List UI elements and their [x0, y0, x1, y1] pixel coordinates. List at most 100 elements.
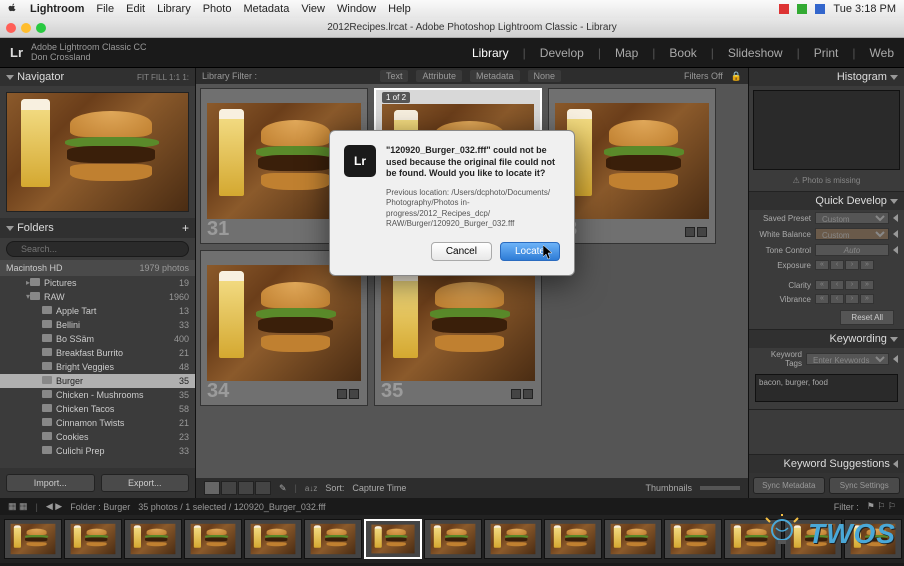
nav-arrows[interactable]: ◀ ▶ — [46, 501, 62, 512]
collapse-icon[interactable] — [893, 355, 898, 363]
menu-view[interactable]: View — [301, 3, 325, 15]
folder-row[interactable]: Breakfast Burrito21 — [0, 346, 195, 360]
keyword-tags-select[interactable]: Enter Keywords — [806, 353, 889, 365]
lock-icon[interactable]: 🔒 — [731, 71, 742, 82]
folder-row[interactable]: Bellini33 — [0, 318, 195, 332]
filter-flags[interactable]: ⚑ ⚐ ⚐ — [867, 501, 896, 512]
menu-photo[interactable]: Photo — [203, 3, 232, 15]
filmstrip-thumb[interactable] — [424, 519, 482, 559]
exposure-stepper[interactable]: «‹›» — [815, 260, 874, 270]
filter-tab-metadata[interactable]: Metadata — [470, 70, 520, 82]
filmstrip-thumb[interactable] — [244, 519, 302, 559]
folders-search-input[interactable] — [6, 241, 189, 257]
thumbnail-size-slider[interactable] — [700, 486, 740, 490]
compare-view-icon[interactable] — [238, 481, 254, 495]
menu-edit[interactable]: Edit — [126, 3, 145, 15]
add-folder-icon[interactable]: + — [182, 221, 189, 235]
filmstrip-thumb[interactable] — [664, 519, 722, 559]
saved-preset-select[interactable]: Custom — [815, 212, 889, 224]
stack-badge[interactable]: 1 of 2 — [382, 92, 410, 103]
flag-icon[interactable] — [337, 389, 347, 399]
folder-row[interactable]: Chicken - Mushrooms35 — [0, 388, 195, 402]
locate-button[interactable]: Locate — [500, 242, 560, 261]
folder-row[interactable]: Chicken Tacos58 — [0, 402, 195, 416]
disclosure-icon[interactable] — [890, 199, 898, 204]
folder-row[interactable]: Culichi Prep33 — [0, 444, 195, 458]
filmstrip-thumb[interactable] — [484, 519, 542, 559]
loupe-view-icon[interactable] — [221, 481, 237, 495]
menu-window[interactable]: Window — [337, 3, 376, 15]
cancel-button[interactable]: Cancel — [431, 242, 492, 261]
auto-tone-button[interactable]: Auto — [815, 244, 889, 256]
disclosure-icon[interactable] — [6, 226, 14, 231]
filter-tab-none[interactable]: None — [528, 70, 562, 82]
collapse-icon[interactable] — [893, 214, 898, 222]
traffic-lights[interactable] — [6, 23, 46, 33]
menu-metadata[interactable]: Metadata — [243, 3, 289, 15]
disclosure-icon[interactable] — [890, 337, 898, 342]
flag-icon[interactable] — [697, 227, 707, 237]
collapse-icon[interactable] — [893, 230, 898, 238]
navigator-modes[interactable]: FIT FILL 1:1 1: — [137, 73, 189, 82]
second-monitor-icon[interactable]: ▦ ▦ — [8, 501, 28, 512]
module-book[interactable]: Book — [669, 46, 696, 60]
filmstrip-thumb[interactable] — [64, 519, 122, 559]
menubar-app-name[interactable]: Lightroom — [30, 3, 84, 15]
folder-row[interactable]: ▾ RAW1960 — [0, 290, 195, 304]
module-print[interactable]: Print — [814, 46, 839, 60]
flag-icon[interactable] — [511, 389, 521, 399]
flag-icon[interactable] — [685, 227, 695, 237]
import-button[interactable]: Import... — [6, 474, 95, 492]
filmstrip-thumb[interactable] — [4, 519, 62, 559]
view-mode-toggle[interactable] — [204, 481, 271, 495]
folder-row[interactable]: ▸ Pictures19 — [0, 276, 195, 290]
folder-row[interactable]: Bright Veggies48 — [0, 360, 195, 374]
close-icon[interactable] — [6, 23, 16, 33]
clarity-stepper[interactable]: «‹›» — [815, 280, 874, 290]
keyword-input[interactable] — [755, 374, 898, 402]
painter-icon[interactable]: ✎ — [279, 483, 287, 494]
filter-tab-text[interactable]: Text — [380, 70, 409, 82]
keywording-header[interactable]: Keywording — [749, 330, 904, 348]
minimize-icon[interactable] — [21, 23, 31, 33]
histogram-header[interactable]: Histogram — [749, 68, 904, 86]
menu-library[interactable]: Library — [157, 3, 191, 15]
module-library[interactable]: Library — [472, 46, 509, 60]
flag-icon[interactable] — [349, 389, 359, 399]
module-slideshow[interactable]: Slideshow — [728, 46, 783, 60]
sync-metadata-button[interactable]: Sync Metadata — [753, 477, 825, 494]
white-balance-select[interactable]: Custom — [815, 228, 889, 240]
collapse-icon[interactable] — [893, 246, 898, 254]
folder-row[interactable]: Bo SSäm400 — [0, 332, 195, 346]
survey-view-icon[interactable] — [255, 481, 271, 495]
folder-row[interactable]: Burger35 — [0, 374, 195, 388]
folder-row[interactable]: Cookies23 — [0, 430, 195, 444]
sort-value[interactable]: Capture Time — [352, 483, 406, 493]
quick-develop-header[interactable]: Quick Develop — [749, 192, 904, 210]
grid-view-icon[interactable] — [204, 481, 220, 495]
disclosure-icon[interactable] — [890, 75, 898, 80]
filter-tab-attribute[interactable]: Attribute — [416, 70, 462, 82]
menu-help[interactable]: Help — [388, 3, 411, 15]
apple-icon[interactable] — [8, 3, 18, 16]
navigator-preview[interactable] — [6, 92, 189, 212]
menu-file[interactable]: File — [96, 3, 114, 15]
filmstrip-thumb[interactable] — [304, 519, 362, 559]
keyword-suggestions-header[interactable]: Keyword Suggestions — [749, 455, 904, 473]
folder-row[interactable]: Cinnamon Twists21 — [0, 416, 195, 430]
folder-row[interactable]: Apple Tart13 — [0, 304, 195, 318]
reset-all-button[interactable]: Reset All — [840, 310, 894, 325]
volume-row[interactable]: Macintosh HD 1979 photos — [0, 260, 195, 276]
filters-off-label[interactable]: Filters Off — [684, 71, 723, 81]
filmstrip-thumb[interactable] — [184, 519, 242, 559]
zoom-icon[interactable] — [36, 23, 46, 33]
flag-icon[interactable] — [523, 389, 533, 399]
module-map[interactable]: Map — [615, 46, 638, 60]
filmstrip-thumb[interactable] — [604, 519, 662, 559]
status-folder[interactable]: Folder : Burger — [70, 502, 130, 512]
disclosure-icon[interactable] — [893, 460, 898, 468]
filmstrip-thumb[interactable] — [364, 519, 422, 559]
vibrance-stepper[interactable]: «‹›» — [815, 294, 874, 304]
export-button[interactable]: Export... — [101, 474, 190, 492]
disclosure-icon[interactable] — [6, 75, 14, 80]
